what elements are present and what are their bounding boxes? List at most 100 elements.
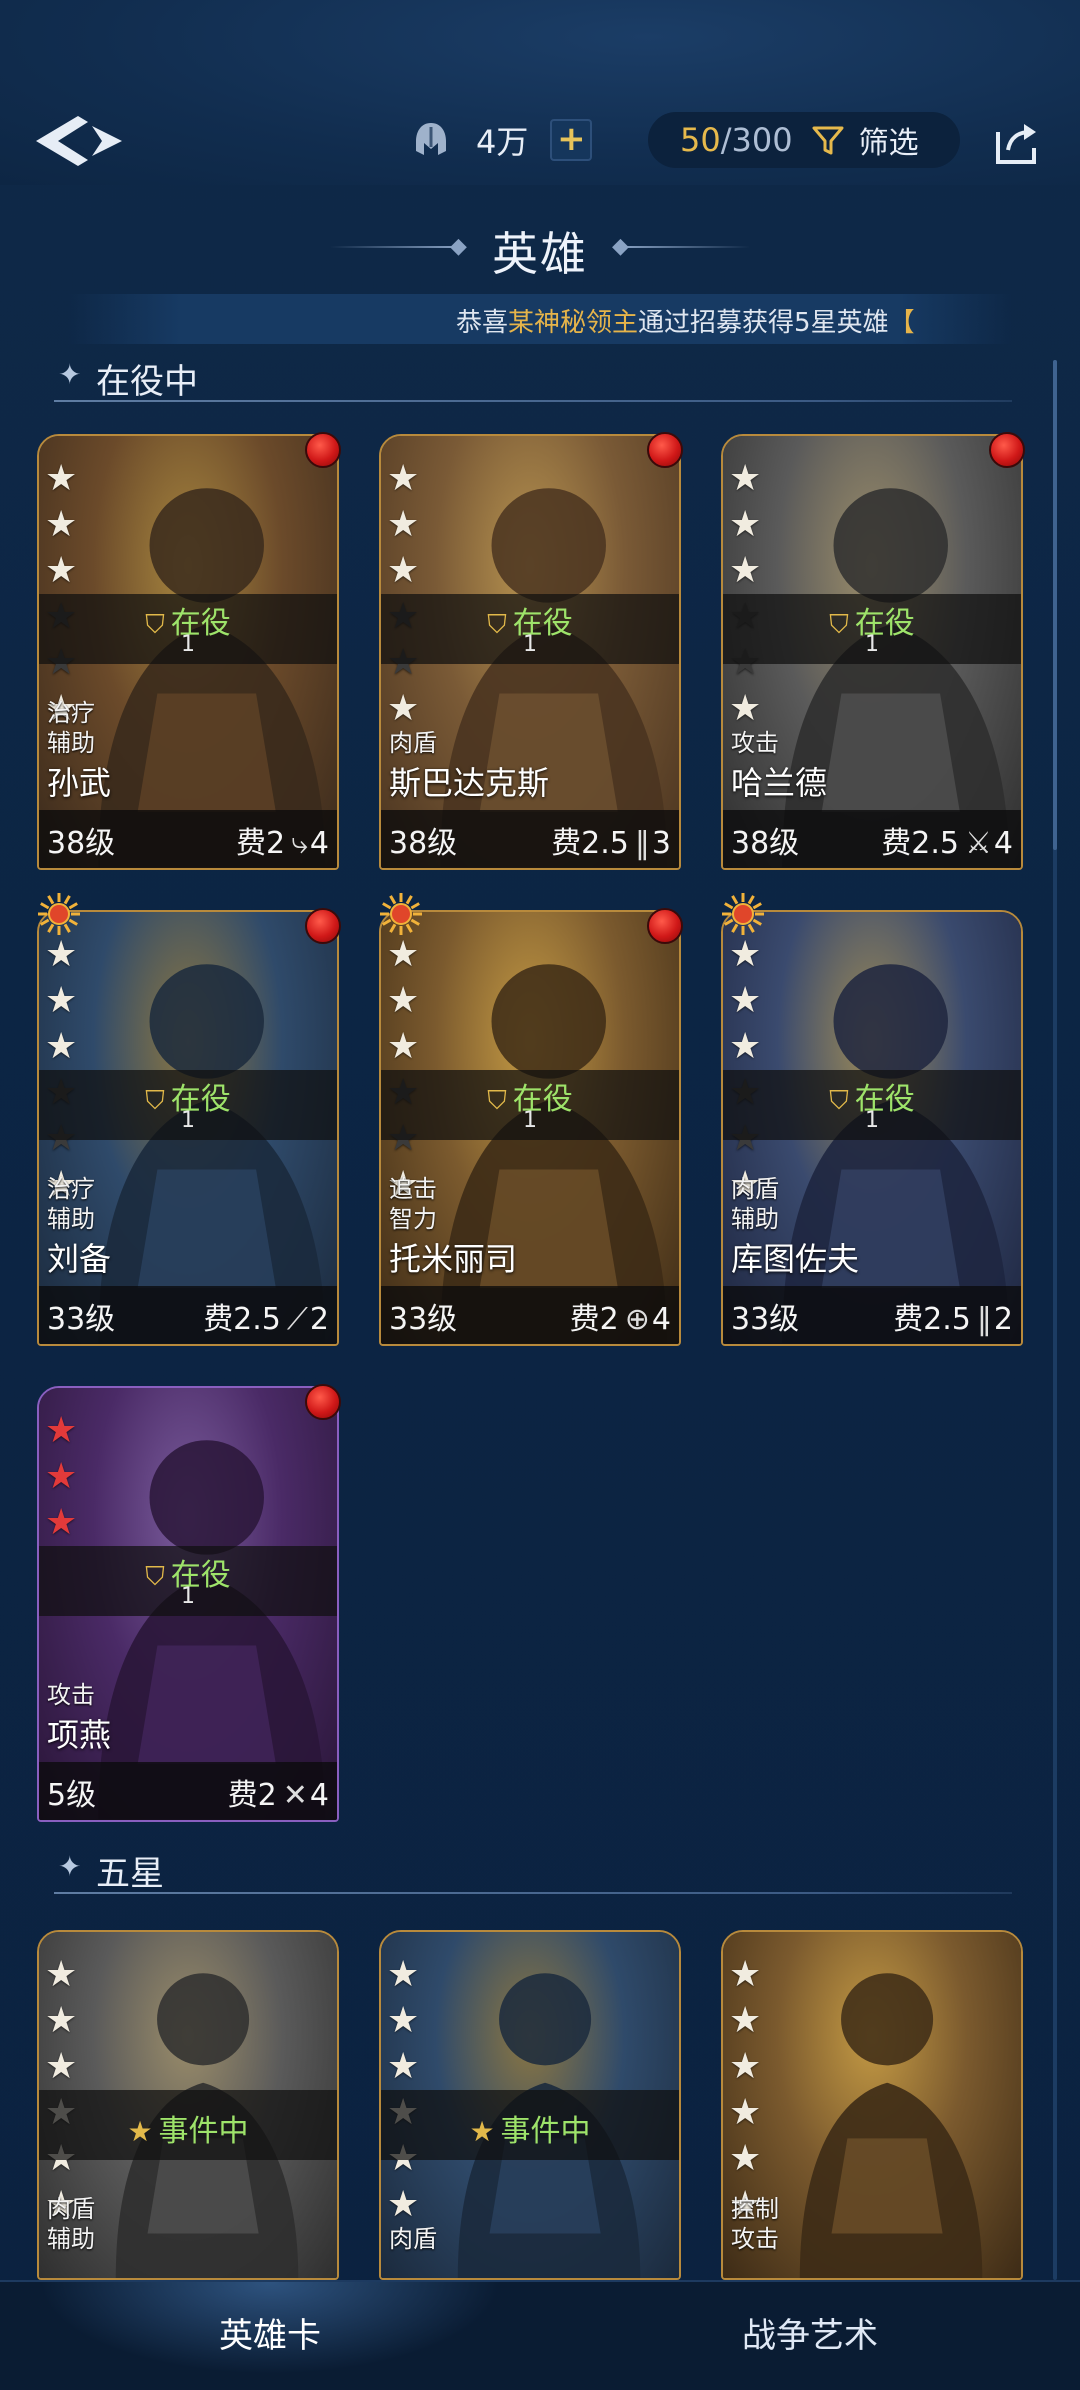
capacity-max: /300	[720, 121, 793, 159]
star-icon: ★	[387, 688, 420, 729]
stats-bar: 33级 费2.5 ⟋2	[39, 1286, 337, 1344]
tab-art-of-war[interactable]: 战争艺术	[540, 2282, 1080, 2390]
star-icon: ★	[387, 1954, 420, 1995]
role-label: 攻击	[731, 2225, 779, 2253]
section-divider	[54, 1892, 1012, 1894]
hero-card[interactable]: ★★★★★★⛉在役1肉盾辅助库图佐夫33级费2.5‖2	[721, 910, 1023, 1346]
stats-bar: 38级 费2.5 ⚔4	[723, 810, 1021, 868]
star-icon: ★	[45, 1502, 78, 1543]
hero-roles: 肉盾	[389, 728, 437, 758]
star-icon: ★	[729, 2046, 762, 2087]
role-label: 攻击	[47, 1681, 95, 1709]
hero-card[interactable]: ★★★★★★⛉在役1治疗辅助孙武38级费2⤷4	[37, 434, 339, 870]
role-label: 治疗	[47, 1175, 95, 1203]
sparkle-icon: ✦	[58, 1850, 82, 1883]
hero-card[interactable]: ★★★★★★⛉在役1攻击哈兰德38级费2.5⚔4	[721, 434, 1023, 870]
event-status-bar: ★ 事件中	[39, 2090, 337, 2160]
hero-cost: 费2.5 ⚔4	[881, 818, 1013, 862]
role-label: 辅助	[731, 1205, 779, 1233]
status-count: 1	[181, 1584, 195, 1609]
hero-card[interactable]: ★ ★ ★ ★ ★ ★ 控制 攻击	[721, 1930, 1023, 2280]
hero-roles: 攻击	[731, 728, 779, 758]
stats-bar: 38级 费2 ⤷4	[39, 810, 337, 868]
hero-card[interactable]: ★★★★★★⛉在役1追击智力托米丽司33级费2⊕4	[379, 910, 681, 1346]
status-count: 1	[865, 632, 879, 657]
hero-cost: 费2 ⊕4	[570, 1294, 671, 1338]
page-title: 英雄	[492, 227, 588, 281]
star-icon: ★	[45, 2046, 78, 2087]
status-count: 1	[865, 1108, 879, 1133]
star-icon: ★	[387, 2046, 420, 2087]
sun-badge-icon	[380, 893, 422, 935]
hero-level: 33级	[47, 1302, 116, 1337]
cost-value: 费2.5	[881, 826, 959, 861]
hero-cost: 费2.5 ⟋2	[203, 1294, 329, 1338]
hero-card[interactable]: ★★★★★★★事件中肉盾	[379, 1930, 681, 2280]
hero-cost: 费2.5 ‖2	[893, 1294, 1013, 1338]
scrollbar-thumb[interactable]	[1053, 360, 1057, 850]
star-icon: ★	[729, 2138, 762, 2179]
event-text: 事件中	[158, 2114, 249, 2149]
star-icon: ★	[387, 504, 420, 545]
star-icon: ★	[387, 980, 420, 1021]
star-icon: ★	[45, 1456, 78, 1497]
hero-roles: 追击 智力	[389, 1174, 437, 1234]
filter-button[interactable]: 筛选	[859, 118, 919, 162]
status-bar: ⛉ 在役 1	[39, 1070, 337, 1140]
role-label: 控制	[731, 2195, 779, 2223]
tab-hero-cards[interactable]: 英雄卡	[0, 2282, 540, 2390]
hero-card[interactable]: ★★★★★★⛉在役1治疗辅助刘备33级费2.5⟋2	[37, 910, 339, 1346]
star-icon: ★	[729, 980, 762, 1021]
hero-name: 托米丽司	[389, 1240, 518, 1278]
back-icon[interactable]	[30, 112, 130, 170]
banner-suffix: 通过招募获得5星英雄	[638, 308, 889, 338]
bow-icon: ⊕	[624, 1302, 650, 1337]
hero-roles: 治疗 辅助	[47, 698, 95, 758]
star-icon: ★	[729, 2000, 762, 2041]
section-header-active: ✦ 在役中	[44, 352, 1012, 402]
star-icon: ★	[729, 2092, 762, 2133]
section-title: 在役中	[96, 362, 198, 402]
hero-level: 33级	[389, 1302, 458, 1337]
add-currency-button[interactable]: +	[550, 119, 593, 161]
share-icon[interactable]	[992, 118, 1042, 166]
hero-level: 38级	[389, 826, 458, 861]
hero-card[interactable]: ★★★★★★★事件中肉盾辅助	[37, 1930, 339, 2280]
star-icon: ★	[387, 1026, 420, 1067]
stats-bar: 38级 费2.5 ‖3	[381, 810, 679, 868]
status-count: 1	[181, 1108, 195, 1133]
banner-text: 恭喜某神秘领主通过招募获得5星英雄【	[456, 302, 915, 339]
hero-roles: 肉盾 辅助	[731, 1174, 779, 1234]
status-count: 1	[523, 1108, 537, 1133]
troop-count: 2	[993, 1302, 1013, 1337]
notification-dot	[647, 432, 683, 468]
status-bar: ⛉ 在役 1	[723, 594, 1021, 664]
star-icon: ★	[45, 550, 78, 591]
notification-dot	[989, 432, 1025, 468]
star-icon: ★	[729, 1026, 762, 1067]
hero-card[interactable]: ★★★★★★⛉在役1肉盾斯巴达克斯38级费2.5‖3	[379, 434, 681, 870]
hero-capacity[interactable]: 50 /300 筛选	[648, 112, 960, 168]
star-icon: ★	[45, 504, 78, 545]
star-icon: ★	[729, 504, 762, 545]
star-icon: ★	[45, 1410, 78, 1451]
sparkle-icon: ✦	[58, 358, 82, 391]
hero-roles: 控制 攻击	[731, 2194, 779, 2254]
troop-count: 4	[651, 1302, 671, 1337]
hero-cost: 费2 ⤷4	[236, 818, 329, 862]
role-label: 肉盾	[389, 2225, 437, 2253]
role-label: 肉盾	[47, 2195, 95, 2223]
status-bar: ⛉ 在役 1	[39, 594, 337, 664]
helmet-icon	[416, 123, 446, 155]
filter-icon[interactable]	[811, 123, 845, 157]
notification-dot	[647, 908, 683, 944]
hero-card[interactable]: ★ ★ ★ ⛉ 在役 1 攻击 项燕 5级 费2 ✕4	[37, 1386, 339, 1822]
hero-name: 孙武	[47, 764, 112, 802]
spears-icon: ‖	[634, 826, 650, 861]
sword-icon: ⚔	[965, 826, 992, 861]
stats-bar: 5级 费2 ✕4	[39, 1762, 337, 1820]
banner-bracket: 【	[888, 308, 915, 338]
role-label: 辅助	[47, 729, 95, 757]
role-label: 攻击	[731, 729, 779, 757]
star-icon: ★	[387, 934, 420, 975]
